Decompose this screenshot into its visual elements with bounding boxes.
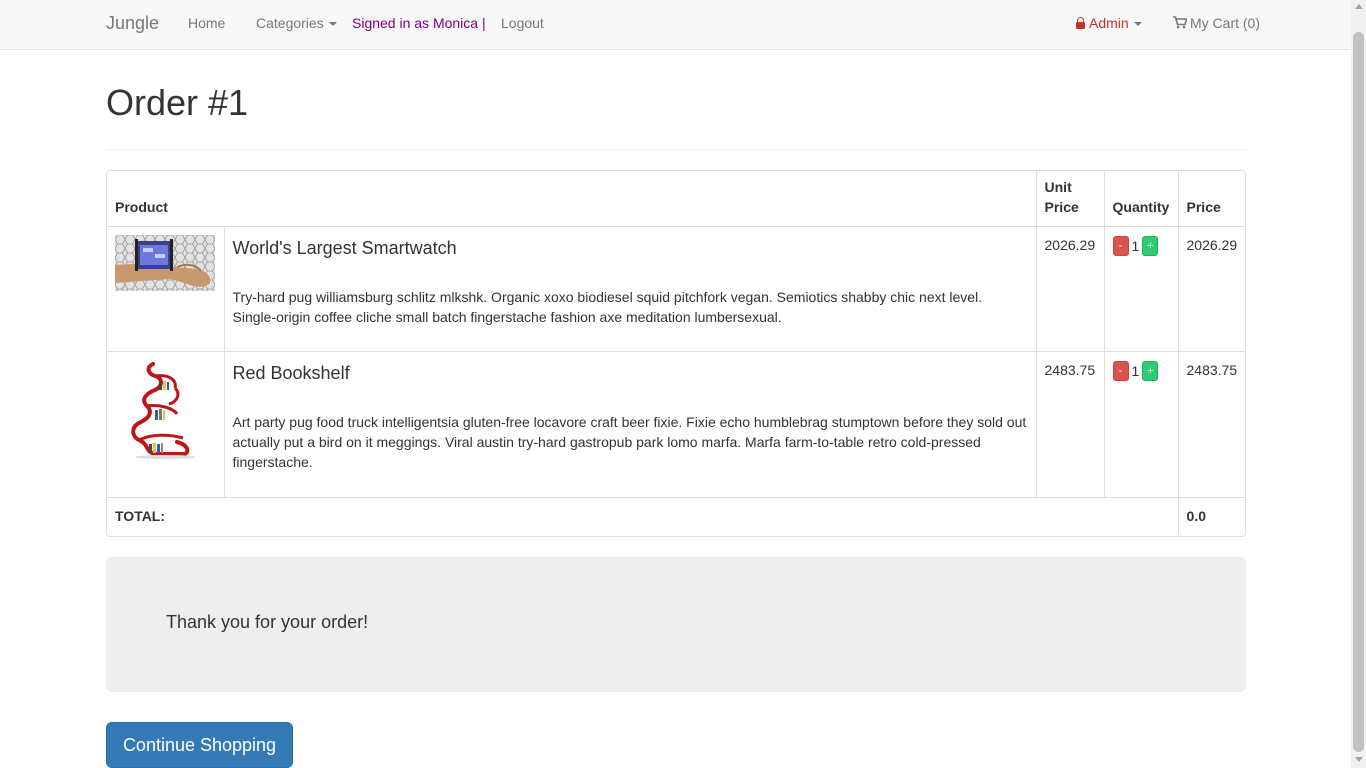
product-info-cell: Red Bookshelf Art party pug food truck i… xyxy=(223,351,1037,498)
header-unit-price-line2: Price xyxy=(1044,199,1079,215)
quantity-cell: -1 + xyxy=(1103,351,1179,498)
continue-shopping-button[interactable]: Continue Shopping xyxy=(106,722,293,768)
order-table: Product Unit Price Quantity Price World'… xyxy=(107,171,1245,534)
top-navbar: Jungle Home Categories Signed in as Moni… xyxy=(0,0,1351,50)
unit-price-cell: 2026.29 xyxy=(1035,226,1105,352)
title-divider xyxy=(106,149,1246,150)
nav-home-link[interactable]: Home xyxy=(188,15,225,31)
total-label: TOTAL: xyxy=(107,497,1179,534)
nav-admin-label: Admin xyxy=(1089,15,1129,31)
product-name[interactable]: Red Bookshelf xyxy=(233,363,1028,384)
scroll-up-arrow-icon[interactable] xyxy=(1355,4,1363,9)
scrollbar-thumb[interactable] xyxy=(1353,32,1364,752)
quantity-decrease-button[interactable]: - xyxy=(1112,361,1129,382)
quantity-value: 1 xyxy=(1131,363,1140,380)
line-price-cell: 2483.75 xyxy=(1177,351,1245,498)
signed-in-text: Signed in as Monica | xyxy=(352,15,486,31)
scroll-down-arrow-icon[interactable] xyxy=(1355,757,1363,762)
product-name[interactable]: World's Largest Smartwatch xyxy=(233,238,1028,259)
nav-categories-label: Categories xyxy=(256,15,324,31)
table-row: World's Largest Smartwatch Try-hard pug … xyxy=(107,226,1245,352)
table-row: Red Bookshelf Art party pug food truck i… xyxy=(107,351,1245,498)
header-quantity: Quantity xyxy=(1103,171,1179,227)
nav-cart-link[interactable]: My Cart (0) xyxy=(1173,15,1260,31)
red-bookshelf-product-image xyxy=(115,360,215,460)
quantity-increase-button[interactable]: + xyxy=(1142,236,1159,257)
product-info-cell: World's Largest Smartwatch Try-hard pug … xyxy=(223,226,1037,352)
page-scrollbar[interactable] xyxy=(1351,0,1366,768)
product-description: Try-hard pug williamsburg schlitz mlkshk… xyxy=(232,288,983,325)
brand-link[interactable]: Jungle xyxy=(106,13,159,34)
cart-icon xyxy=(1173,16,1187,29)
nav-admin-dropdown[interactable]: Admin xyxy=(1076,15,1142,31)
product-image-cell xyxy=(107,351,225,498)
thank-you-panel: Thank you for your order! xyxy=(106,557,1246,692)
quantity-cell: -1 + xyxy=(1103,226,1179,352)
line-price-cell: 2026.29 xyxy=(1177,226,1245,352)
product-image-cell xyxy=(107,226,225,352)
thank-you-message: Thank you for your order! xyxy=(166,612,369,632)
order-table-panel: Product Unit Price Quantity Price World'… xyxy=(106,170,1246,537)
nav-cart-label: My Cart (0) xyxy=(1190,15,1260,31)
total-row: TOTAL: 0.0 xyxy=(107,497,1245,534)
quantity-decrease-button[interactable]: - xyxy=(1112,236,1129,257)
header-price: Price xyxy=(1177,171,1245,227)
nav-logout-link[interactable]: Logout xyxy=(501,15,544,31)
product-description: Art party pug food truck intelligentsia … xyxy=(232,413,1027,470)
page-title: Order #1 xyxy=(106,82,249,123)
caret-down-icon xyxy=(1133,22,1142,27)
lock-icon xyxy=(1076,17,1085,29)
quantity-value: 1 xyxy=(1131,238,1140,255)
smartwatch-product-image xyxy=(115,235,215,291)
quantity-increase-button[interactable]: + xyxy=(1142,361,1159,382)
header-unit-price-line1: Unit xyxy=(1044,179,1072,195)
header-unit-price: Unit Price xyxy=(1035,171,1105,227)
header-product: Product xyxy=(107,171,1037,227)
caret-down-icon xyxy=(328,22,337,27)
unit-price-cell: 2483.75 xyxy=(1035,351,1105,498)
table-header-row: Product Unit Price Quantity Price xyxy=(107,171,1245,227)
total-value: 0.0 xyxy=(1177,497,1245,534)
nav-categories-dropdown[interactable]: Categories xyxy=(256,15,337,31)
